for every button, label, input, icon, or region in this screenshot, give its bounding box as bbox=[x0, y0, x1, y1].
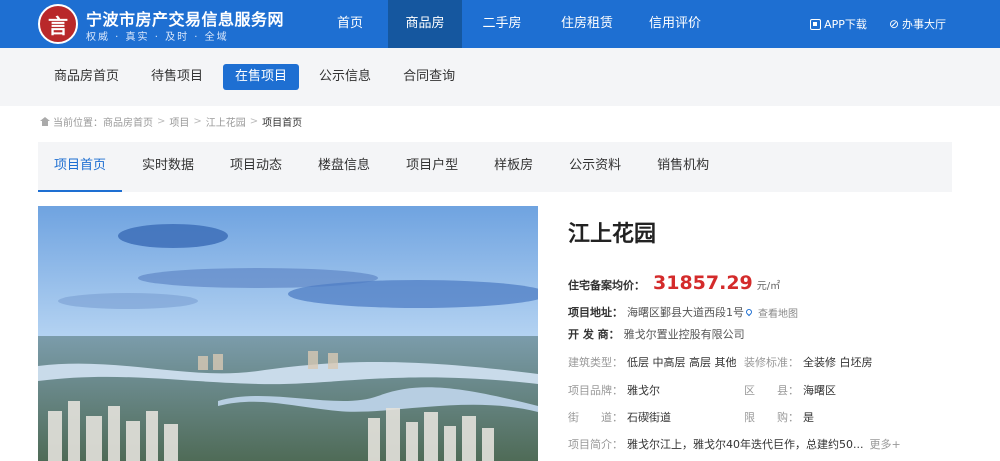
price-label: 住宅备案均价： bbox=[568, 279, 645, 292]
developer-label: 开 发 商： bbox=[568, 328, 620, 341]
breadcrumb-item[interactable]: 江上花园 bbox=[206, 114, 246, 129]
nav-second-hand[interactable]: 二手房 bbox=[462, 0, 542, 48]
address-label: 项目地址： bbox=[568, 306, 623, 319]
decoration-value: 全装修 白坯房 bbox=[803, 356, 873, 369]
subnav-pending-projects[interactable]: 待售项目 bbox=[139, 64, 215, 90]
qr-code-icon bbox=[810, 18, 822, 30]
tab-show-flat[interactable]: 样板房 bbox=[478, 142, 549, 192]
tab-floor-plans[interactable]: 项目户型 bbox=[390, 142, 474, 192]
home-icon bbox=[40, 117, 50, 126]
nav-home[interactable]: 首页 bbox=[312, 0, 388, 48]
app-download-link[interactable]: APP下载 bbox=[810, 16, 867, 32]
aerial-city-image bbox=[38, 206, 538, 461]
info-row: 项目品牌： 雅戈尔 区 县： 海曙区 bbox=[568, 382, 836, 398]
developer-row: 开 发 商： 雅戈尔置业控股有限公司 bbox=[568, 326, 745, 342]
address-row: 项目地址： 海曙区鄞县大道西段1号 查看地图 bbox=[568, 304, 798, 320]
breadcrumb-prefix: 当前位置： bbox=[53, 118, 103, 129]
address-value: 海曙区鄞县大道西段1号 bbox=[627, 306, 744, 319]
nav-credit-rating[interactable]: 信用评价 bbox=[632, 0, 718, 48]
brand-label: 项目品牌： bbox=[568, 384, 623, 397]
tab-sales-agency[interactable]: 销售机构 bbox=[641, 142, 725, 192]
more-link[interactable]: 更多+ bbox=[869, 436, 900, 452]
site-logo[interactable]: 言 bbox=[38, 4, 78, 44]
brand-value: 雅戈尔 bbox=[627, 384, 660, 397]
purchase-limit-label: 限 购： bbox=[744, 411, 799, 424]
breadcrumb-current: 项目首页 bbox=[262, 118, 303, 129]
tab-project-home[interactable]: 项目首页 bbox=[38, 142, 123, 192]
breadcrumb-separator: > bbox=[157, 116, 166, 127]
subnav-new-homes-home[interactable]: 商品房首页 bbox=[42, 64, 131, 90]
info-row: 建筑类型： 低层 中高层 高层 其他 装修标准： 全装修 白坯房 bbox=[568, 354, 873, 370]
intro-row: 项目简介： 雅戈尔江上，雅戈尔40年迭代巨作，总建约50... 更多+ bbox=[568, 436, 901, 452]
office-hall-label: 办事大厅 bbox=[902, 18, 946, 31]
project-tabs: 项目首页 实时数据 项目动态 楼盘信息 项目户型 样板房 公示资料 销售机构 bbox=[38, 142, 952, 192]
app-download-label: APP下载 bbox=[824, 18, 867, 31]
subnav-contract-query[interactable]: 合同查询 bbox=[391, 64, 467, 90]
price-row: 住宅备案均价： 31857.29 元/㎡ bbox=[568, 272, 780, 294]
subnav-on-sale-projects[interactable]: 在售项目 bbox=[223, 64, 300, 90]
district-value: 海曙区 bbox=[803, 384, 836, 397]
breadcrumb-separator: > bbox=[249, 116, 259, 127]
street-label: 街 道： bbox=[568, 411, 623, 424]
project-photo[interactable] bbox=[38, 206, 538, 461]
intro-value: 雅戈尔江上，雅戈尔40年迭代巨作，总建约50... bbox=[627, 438, 864, 451]
site-slogan: 权威 · 真实 · 及时 · 全域 bbox=[86, 32, 229, 43]
top-right-links: APP下载 ⊘ 办事大厅 bbox=[810, 0, 946, 48]
subnav-public-info[interactable]: 公示信息 bbox=[307, 64, 383, 90]
building-type-label: 建筑类型： bbox=[568, 356, 623, 369]
project-name: 江上花园 bbox=[568, 222, 657, 247]
developer-value: 雅戈尔置业控股有限公司 bbox=[623, 328, 745, 341]
district-label: 区 县： bbox=[744, 384, 799, 397]
decoration-label: 装修标准： bbox=[744, 356, 799, 369]
nav-rental[interactable]: 住房租赁 bbox=[542, 0, 632, 48]
tab-realtime-data[interactable]: 实时数据 bbox=[126, 142, 210, 192]
street-value: 石碶街道 bbox=[627, 411, 671, 424]
purchase-limit-value: 是 bbox=[803, 411, 814, 424]
top-header: 言 宁波市房产交易信息服务网 权威 · 真实 · 及时 · 全域 首页 商品房 … bbox=[0, 0, 1000, 48]
breadcrumb-separator: > bbox=[193, 116, 202, 127]
info-row: 街 道： 石碶街道 限 购： 是 bbox=[568, 409, 814, 425]
building-type-value: 低层 中高层 高层 其他 bbox=[627, 356, 737, 369]
price-value: 31857.29 bbox=[653, 272, 753, 294]
tab-building-info[interactable]: 楼盘信息 bbox=[302, 142, 386, 192]
view-map-link[interactable]: 查看地图 bbox=[758, 305, 798, 320]
site-title: 宁波市房产交易信息服务网 bbox=[86, 10, 285, 29]
main-nav: 首页 商品房 二手房 住房租赁 信用评价 bbox=[312, 0, 718, 48]
intro-label: 项目简介： bbox=[568, 438, 623, 451]
price-unit: 元/㎡ bbox=[756, 281, 781, 292]
map-pin-icon bbox=[744, 307, 754, 317]
office-hall-link[interactable]: ⊘ 办事大厅 bbox=[889, 16, 946, 32]
compass-icon: ⊘ bbox=[888, 17, 899, 31]
breadcrumb-item[interactable]: 商品房首页 bbox=[103, 114, 153, 129]
breadcrumb: 当前位置： 商品房首页 > 项目 > 江上花园 > 项目首页 bbox=[40, 114, 302, 129]
tab-public-docs[interactable]: 公示资料 bbox=[553, 142, 637, 192]
logo-glyph: 言 bbox=[48, 13, 68, 38]
tab-project-news[interactable]: 项目动态 bbox=[214, 142, 298, 192]
sub-nav: 商品房首页 待售项目 在售项目 公示信息 合同查询 bbox=[0, 48, 1000, 106]
nav-new-homes[interactable]: 商品房 bbox=[388, 0, 462, 48]
breadcrumb-item[interactable]: 项目 bbox=[169, 114, 189, 129]
